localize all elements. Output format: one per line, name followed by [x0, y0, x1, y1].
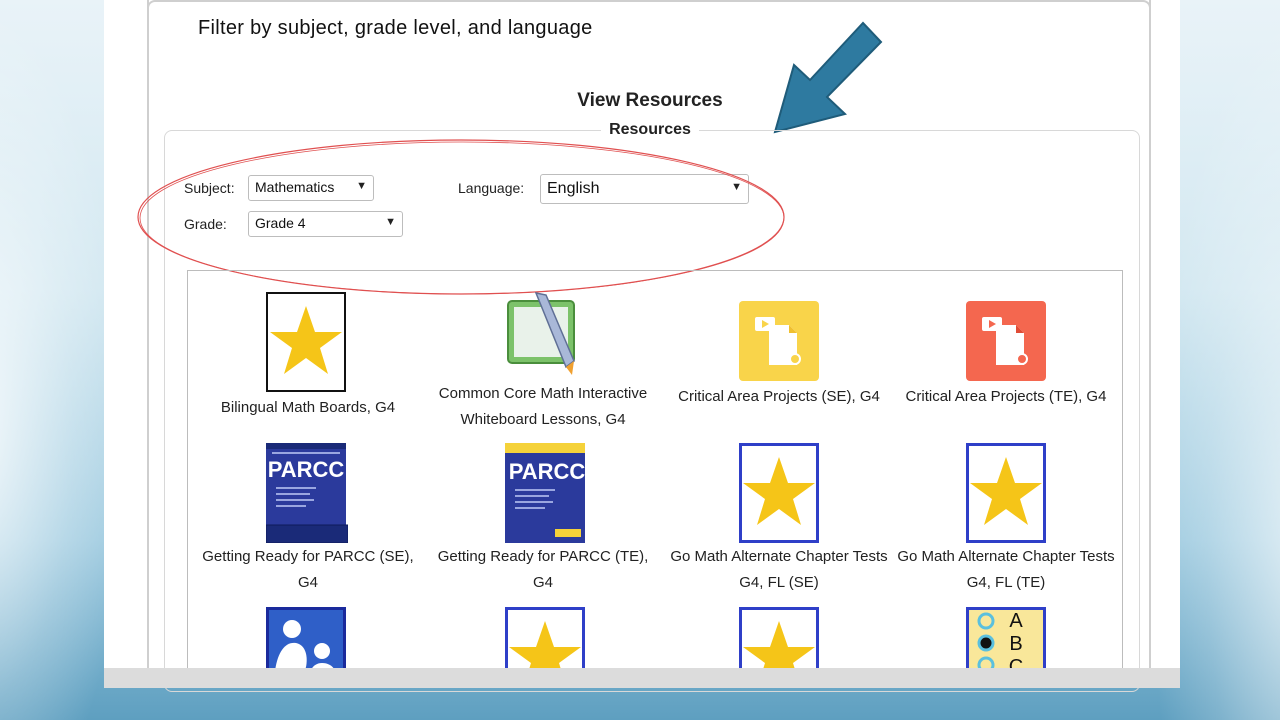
- star-icon: [739, 443, 819, 543]
- resource-title: Getting Ready for PARCC (SE), G4: [202, 548, 414, 591]
- star-icon: [505, 607, 585, 670]
- media-file-icon: [966, 301, 1046, 381]
- page-title: View Resources: [577, 90, 723, 111]
- whiteboard-icon: [507, 291, 575, 375]
- star-icon: [739, 607, 819, 670]
- svg-text:B: B: [1009, 633, 1022, 655]
- answer-sheet-icon: A B C: [966, 607, 1046, 670]
- resource-title: Critical Area Projects (TE), G4: [905, 388, 1107, 405]
- annotation-arrow-icon: [773, 21, 883, 134]
- resource-title: Go Math Alternate Chapter Tests G4, FL (…: [897, 548, 1115, 591]
- book-cover-icon: PARCC: [266, 443, 348, 543]
- book-cover-icon: PARCC: [505, 443, 585, 543]
- family-icon: [266, 607, 346, 670]
- resource-title: Go Math Alternate Chapter Tests G4, FL (…: [670, 548, 888, 591]
- slide-canvas: Filter by subject, grade level, and lang…: [104, 0, 1180, 692]
- svg-text:A: A: [1009, 610, 1023, 632]
- media-file-icon: [739, 301, 819, 381]
- resource-title: Bilingual Math Boards, G4: [220, 399, 396, 416]
- resource-title: Getting Ready for PARCC (TE), G4: [437, 548, 649, 591]
- star-icon: [966, 443, 1046, 543]
- resource-title: Common Core Math Interactive Whiteboard …: [438, 385, 648, 428]
- slide-caption: Filter by subject, grade level, and lang…: [198, 17, 593, 39]
- horizontal-scrollbar[interactable]: [104, 668, 1180, 688]
- svg-text:PARCC: PARCC: [268, 457, 345, 482]
- resources-grid: Bilingual Math Boards, G4 Common Core Ma…: [187, 270, 1123, 670]
- star-icon: [266, 292, 346, 392]
- resource-title: Critical Area Projects (SE), G4: [678, 388, 880, 405]
- svg-text:PARCC: PARCC: [509, 459, 585, 484]
